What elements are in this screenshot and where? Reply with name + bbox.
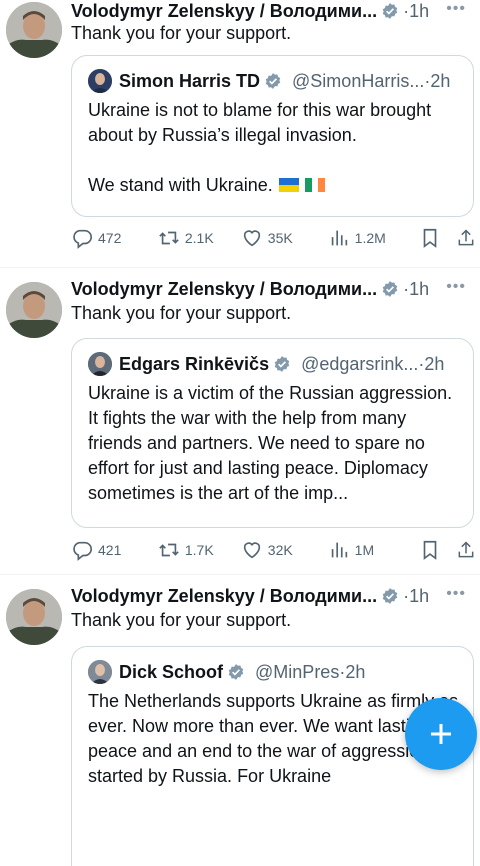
- bookmark-button[interactable]: [419, 538, 457, 562]
- like-button[interactable]: 32K: [241, 538, 328, 562]
- bookmark-icon: [423, 540, 436, 560]
- quoted-avatar: [88, 69, 112, 93]
- repost-button[interactable]: 1.7K: [158, 538, 241, 562]
- share-icon: [458, 541, 474, 558]
- more-options-icon[interactable]: •••: [446, 0, 466, 18]
- more-options-icon[interactable]: •••: [446, 585, 466, 603]
- quoted-tweet-text: The Netherlands supports Ukraine as firm…: [88, 691, 458, 786]
- like-count: 35K: [267, 230, 293, 246]
- verified-icon: [274, 356, 290, 372]
- reply-button[interactable]: 421: [71, 538, 158, 562]
- share-button[interactable]: [456, 538, 476, 562]
- quoted-tweet[interactable]: Simon Harris TD @SimonHarris... · 2h Ukr…: [71, 55, 474, 217]
- view-count: 1.2M: [354, 230, 386, 246]
- views-icon: [331, 230, 347, 246]
- quoted-tweet-header: Edgars Rinkēvičs @edgarsrink... · 2h: [88, 351, 459, 377]
- verified-icon: [382, 588, 398, 604]
- reply-button[interactable]: 472: [71, 226, 158, 250]
- views-button[interactable]: 1.2M: [328, 226, 419, 250]
- avatar[interactable]: [6, 282, 62, 338]
- reply-icon: [73, 541, 92, 561]
- bookmark-button[interactable]: [419, 226, 457, 250]
- tweet-text: Thank you for your support.: [71, 23, 292, 43]
- tweet-actions: 472 2.1K 35K 1.2M: [71, 226, 476, 250]
- tweet-actions: 421 1.7K 32K 1M: [71, 538, 476, 562]
- ireland-flag-icon: [304, 178, 325, 192]
- repost-count: 1.7K: [184, 542, 214, 558]
- ukraine-flag-icon: [278, 178, 299, 192]
- quoted-author-name: Edgars Rinkēvičs: [119, 354, 270, 374]
- share-button[interactable]: [456, 226, 476, 250]
- repost-icon: [159, 231, 179, 245]
- quoted-handle: @SimonHarris...: [292, 71, 425, 91]
- views-button[interactable]: 1M: [328, 538, 419, 562]
- quoted-timestamp: 2h: [430, 71, 451, 91]
- author-name[interactable]: Volodymyr Zelenskyy / Володими...: [71, 0, 377, 22]
- quoted-avatar: [88, 352, 112, 376]
- author-name[interactable]: Volodymyr Zelenskyy / Володими...: [71, 278, 377, 300]
- quoted-body: Ukraine is not to blame for this war bro…: [88, 100, 432, 195]
- avatar[interactable]: [6, 589, 62, 645]
- quoted-handle: @edgarsrink...: [301, 354, 419, 374]
- verified-icon: [382, 3, 398, 19]
- tweet[interactable]: Volodymyr Zelenskyy / Володими... · 1h •…: [0, 0, 480, 268]
- quoted-tweet-text: Ukraine is a victim of the Russian aggre…: [88, 383, 458, 503]
- quoted-timestamp: 2h: [424, 354, 445, 374]
- avatar[interactable]: [6, 2, 62, 58]
- plus-icon: [431, 724, 451, 744]
- tweet[interactable]: Volodymyr Zelenskyy / Володими... · 1h •…: [0, 268, 480, 575]
- tweet-header: Volodymyr Zelenskyy / Володими... · 1h: [71, 585, 429, 607]
- repost-button[interactable]: 2.1K: [158, 226, 241, 250]
- quoted-tweet[interactable]: Edgars Rinkēvičs @edgarsrink... · 2h Ukr…: [71, 338, 474, 528]
- quoted-tweet-text: Ukraine is not to blame for this war bro…: [88, 98, 459, 198]
- like-count: 32K: [267, 542, 293, 558]
- tweet-text: Thank you for your support.: [71, 610, 292, 630]
- repost-count: 2.1K: [184, 230, 214, 246]
- tweet-text: Thank you for your support.: [71, 303, 292, 323]
- timestamp[interactable]: 1h: [409, 585, 429, 607]
- quoted-handle: @MinPres: [255, 662, 340, 682]
- timestamp[interactable]: 1h: [409, 0, 429, 22]
- views-icon: [331, 542, 347, 558]
- verified-icon: [228, 664, 244, 680]
- quoted-avatar: [88, 660, 112, 684]
- like-button[interactable]: 35K: [241, 226, 328, 250]
- reply-icon: [73, 229, 92, 249]
- quoted-author-name: Dick Schoof: [119, 662, 224, 682]
- bookmark-icon: [423, 228, 436, 248]
- view-count: 1M: [354, 542, 375, 558]
- quoted-tweet-header: Simon Harris TD @SimonHarris... · 2h: [88, 68, 459, 94]
- quoted-tweet-header: Dick Schoof @MinPres · 2h: [88, 659, 459, 685]
- share-icon: [458, 229, 474, 246]
- quoted-timestamp: 2h: [345, 662, 366, 682]
- reply-count: 472: [98, 230, 122, 246]
- more-options-icon[interactable]: •••: [446, 278, 466, 296]
- reply-count: 421: [98, 542, 122, 558]
- heart-icon: [243, 230, 260, 247]
- tweet-header: Volodymyr Zelenskyy / Володими... · 1h: [71, 278, 429, 300]
- tweet-header: Volodymyr Zelenskyy / Володими... · 1h: [71, 0, 429, 22]
- repost-icon: [159, 543, 179, 557]
- compose-button[interactable]: [405, 698, 477, 770]
- verified-icon: [382, 281, 398, 297]
- timestamp[interactable]: 1h: [409, 278, 429, 300]
- author-name[interactable]: Volodymyr Zelenskyy / Володими...: [71, 585, 377, 607]
- heart-icon: [243, 542, 260, 559]
- quoted-author-name: Simon Harris TD: [119, 71, 261, 91]
- verified-icon: [265, 73, 281, 89]
